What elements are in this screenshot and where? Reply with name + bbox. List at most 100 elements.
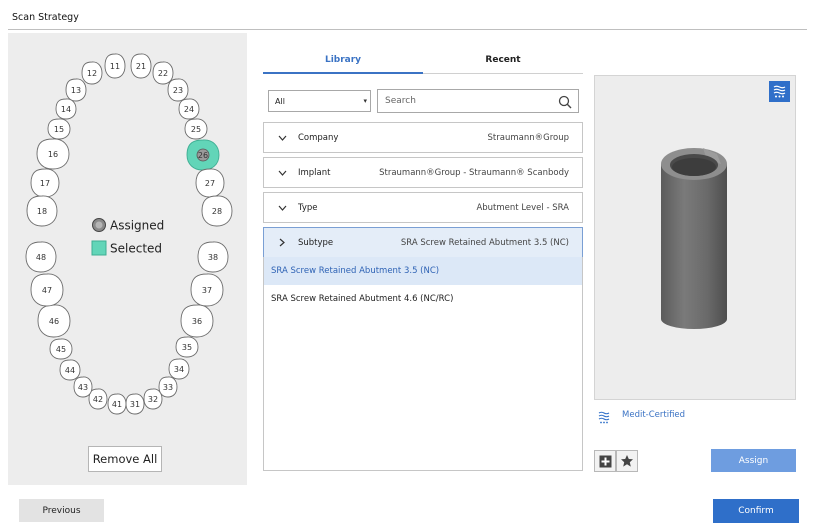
subtype-label: Subtype (298, 237, 334, 248)
tooth-number: 11 (110, 62, 120, 71)
chevron-down-icon (275, 170, 289, 176)
tooth-17[interactable]: 17 (30, 168, 60, 198)
tooth-chart: 11 12 13 14 15 16 17 18 21 22 23 24 25 26 27 28 31 32 33 34… (25, 53, 233, 415)
tooth-number: 33 (163, 383, 173, 392)
tooth-24[interactable]: 24 (178, 98, 200, 120)
tooth-number: 32 (148, 395, 158, 404)
scanbody-preview-panel[interactable] (594, 75, 796, 400)
title-divider (8, 29, 807, 30)
tooth-42[interactable]: 42 (88, 388, 108, 410)
tooth-32[interactable]: 32 (143, 388, 163, 410)
tooth-13[interactable]: 13 (65, 78, 87, 102)
tooth-33[interactable]: 33 (158, 376, 178, 398)
star-icon (621, 455, 633, 467)
implant-label: Implant (298, 167, 331, 178)
tooth-number: 41 (112, 400, 122, 409)
tooth-number: 37 (202, 286, 212, 295)
tooth-47[interactable]: 47 (30, 273, 64, 307)
tooth-number: 35 (182, 343, 192, 352)
tooth-11[interactable]: 11 (104, 53, 126, 79)
tooth-number: 31 (130, 400, 140, 409)
tooth-31[interactable]: 31 (125, 393, 145, 415)
tooth-number: 38 (208, 253, 218, 262)
tooth-chart-panel: 11 12 13 14 15 16 17 18 21 22 23 24 25 26 27 28 31 32 33 34… (8, 33, 247, 485)
tooth-number: 14 (61, 105, 71, 114)
search-input[interactable] (378, 96, 548, 106)
tooth-43[interactable]: 43 (73, 376, 93, 398)
search-box[interactable] (377, 89, 579, 113)
medit-certified-label: Medit-Certified (622, 410, 686, 420)
tab-recent[interactable]: Recent (423, 47, 583, 74)
legend-assigned-label: Assigned (110, 219, 164, 233)
tooth-number: 48 (36, 253, 46, 262)
tooth-38[interactable]: 38 (197, 241, 229, 273)
tooth-number: 13 (71, 86, 81, 95)
type-row[interactable]: Type Abutment Level - SRA (263, 192, 583, 223)
tooth-28[interactable]: 28 (201, 195, 233, 227)
dropdown-arrow-icon: ▾ (363, 97, 367, 105)
implant-row[interactable]: Implant Straumann®Group - Straumann® Sca… (263, 157, 583, 188)
tooth-21[interactable]: 21 (130, 53, 152, 79)
tooth-number: 12 (87, 69, 97, 78)
tooth-37[interactable]: 37 (190, 273, 224, 307)
tooth-16[interactable]: 16 (36, 138, 70, 170)
medit-certified-icon (598, 410, 610, 429)
tooth-number: 16 (48, 150, 58, 159)
tooth-22[interactable]: 22 (152, 61, 174, 85)
tooth-35[interactable]: 35 (175, 336, 199, 358)
tooth-number: 24 (184, 105, 194, 114)
tooth-46[interactable]: 46 (37, 304, 71, 338)
scanbody-3d-model (661, 148, 727, 329)
tooth-number: 27 (205, 179, 215, 188)
company-value: Straumann®Group (487, 132, 569, 143)
tooth-41[interactable]: 41 (107, 393, 127, 415)
tooth-number: 22 (158, 69, 168, 78)
selected-swatch-icon (91, 240, 107, 256)
legend-selected-label: Selected (110, 242, 162, 256)
chevron-down-icon (275, 135, 289, 141)
subtype-options-list: SRA Screw Retained Abutment 3.5 (NC) SRA… (263, 257, 583, 471)
medit-certified-badge-icon[interactable] (769, 81, 790, 102)
tooth-18[interactable]: 18 (26, 195, 58, 227)
tooth-number: 42 (93, 395, 103, 404)
type-label: Type (298, 202, 318, 213)
tooth-36[interactable]: 36 (180, 304, 214, 338)
category-filter-select[interactable]: All ▾ (268, 90, 371, 112)
tooth-number: 25 (191, 125, 201, 134)
tooth-45[interactable]: 45 (49, 338, 73, 360)
subtype-row[interactable]: Subtype SRA Screw Retained Abutment 3.5 … (263, 227, 583, 258)
legend-selected: Selected (91, 240, 162, 256)
filter-selected-value: All (275, 96, 285, 106)
tab-library[interactable]: Library (263, 47, 423, 74)
confirm-button[interactable]: Confirm (713, 499, 799, 523)
window-title: Scan Strategy (12, 12, 79, 23)
tooth-23[interactable]: 23 (167, 78, 189, 102)
search-icon[interactable] (558, 94, 572, 113)
plus-icon (599, 455, 611, 467)
tooth-12[interactable]: 12 (81, 61, 103, 85)
tooth-34[interactable]: 34 (168, 358, 190, 380)
tooth-15[interactable]: 15 (47, 118, 71, 140)
chevron-right-icon (275, 238, 289, 247)
tooth-number: 18 (37, 207, 47, 216)
remove-all-button[interactable]: Remove All (88, 446, 162, 472)
tooth-27[interactable]: 27 (195, 168, 225, 198)
previous-button[interactable]: Previous (19, 499, 104, 522)
type-value: Abutment Level - SRA (476, 202, 569, 213)
tooth-26[interactable]: 26 (186, 139, 220, 171)
tooth-number: 23 (173, 86, 183, 95)
company-row[interactable]: Company Straumann®Group (263, 122, 583, 153)
tooth-44[interactable]: 44 (59, 359, 81, 381)
tooth-number: 21 (136, 62, 146, 71)
add-button[interactable] (594, 450, 616, 472)
tooth-48[interactable]: 48 (25, 241, 57, 273)
tooth-number: 46 (49, 317, 59, 326)
favorite-button[interactable] (616, 450, 638, 472)
tooth-number: 15 (54, 125, 64, 134)
tooth-25[interactable]: 25 (184, 118, 208, 140)
tooth-number: 44 (65, 366, 75, 375)
assign-button[interactable]: Assign (711, 449, 796, 472)
subtype-option[interactable]: SRA Screw Retained Abutment 3.5 (NC) (264, 257, 582, 285)
tooth-14[interactable]: 14 (55, 98, 77, 120)
subtype-option[interactable]: SRA Screw Retained Abutment 4.6 (NC/RC) (264, 285, 582, 313)
